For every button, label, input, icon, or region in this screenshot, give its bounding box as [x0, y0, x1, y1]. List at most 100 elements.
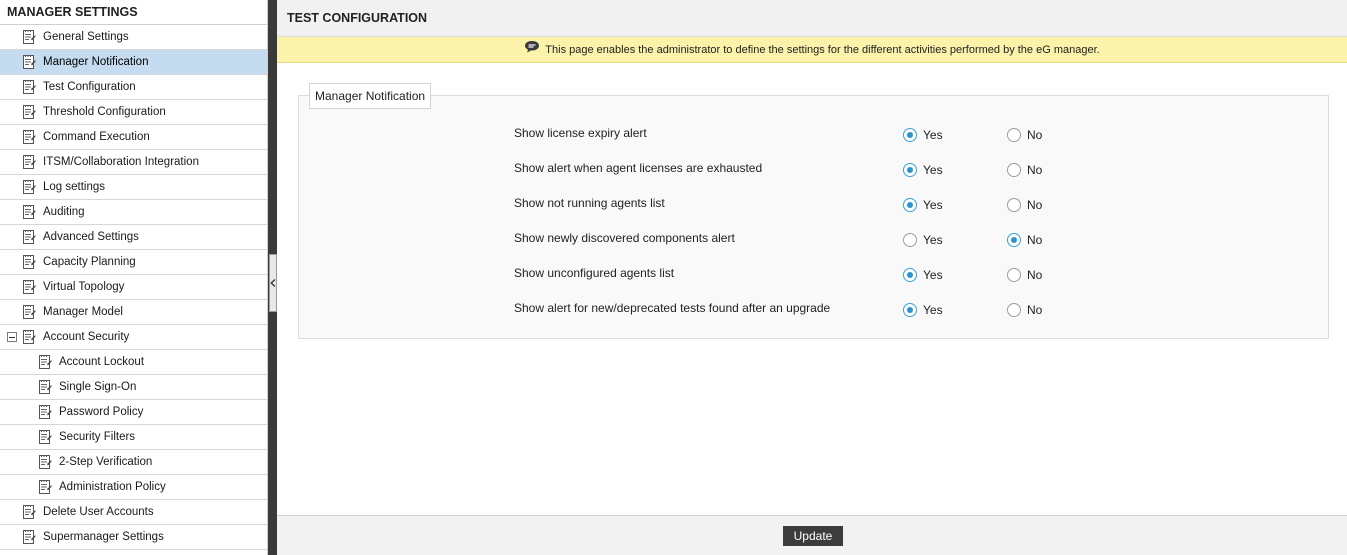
- radio-no[interactable]: [1007, 128, 1021, 142]
- sidebar-item-single-sign-on[interactable]: Single Sign-On: [0, 375, 267, 400]
- sidebar-item-label: Account Security: [43, 331, 130, 343]
- sidebar-item-manager-model[interactable]: Manager Model: [0, 300, 267, 325]
- radio-option-no[interactable]: No: [1007, 198, 1042, 212]
- sidebar-item-security-filters[interactable]: Security Filters: [0, 425, 267, 450]
- sidebar-item-label: Account Lockout: [59, 356, 145, 368]
- chevron-left-icon: [270, 279, 276, 287]
- setting-label: Show license expiry alert: [514, 126, 647, 140]
- radio-option-no[interactable]: No: [1007, 233, 1042, 247]
- radio-yes[interactable]: [903, 268, 917, 282]
- sidebar-item-2-step-verification[interactable]: 2-Step Verification: [0, 450, 267, 475]
- sidebar-item-advanced-settings[interactable]: Advanced Settings: [0, 225, 267, 250]
- sidebar-item-threshold-configuration[interactable]: Threshold Configuration: [0, 100, 267, 125]
- sidebar-item-manager-notification[interactable]: Manager Notification: [0, 50, 267, 75]
- sidebar-item-administration-policy[interactable]: Administration Policy: [0, 475, 267, 500]
- document-icon: [23, 254, 36, 269]
- sidebar-item-label: Threshold Configuration: [43, 106, 166, 118]
- document-icon: [23, 204, 36, 219]
- sidebar-item-password-policy[interactable]: Password Policy: [0, 400, 267, 425]
- radio-yes-label: Yes: [923, 268, 943, 282]
- speech-bubble-icon: [525, 40, 540, 53]
- radio-option-yes[interactable]: Yes: [903, 303, 943, 317]
- radio-yes[interactable]: [903, 163, 917, 177]
- radio-yes-label: Yes: [923, 303, 943, 317]
- document-icon: [23, 229, 36, 244]
- document-icon: [23, 29, 36, 44]
- sidebar-title: MANAGER SETTINGS: [0, 0, 267, 25]
- radio-no[interactable]: [1007, 303, 1021, 317]
- sidebar-item-itsm-collaboration-integration[interactable]: ITSM/Collaboration Integration: [0, 150, 267, 175]
- document-icon: [23, 79, 36, 94]
- radio-option-no[interactable]: No: [1007, 268, 1042, 282]
- document-icon: [23, 329, 36, 344]
- radio-option-no[interactable]: No: [1007, 128, 1042, 142]
- sidebar-item-account-security[interactable]: Account Security: [0, 325, 267, 350]
- document-icon: [39, 404, 52, 419]
- sidebar-item-auditing[interactable]: Auditing: [0, 200, 267, 225]
- sidebar-item-supermanager-settings[interactable]: Supermanager Settings: [0, 525, 267, 550]
- radio-no[interactable]: [1007, 268, 1021, 282]
- setting-row: Show license expiry alert Yes No: [514, 126, 1314, 146]
- sidebar-item-label: Supermanager Settings: [43, 531, 164, 543]
- document-icon: [23, 304, 36, 319]
- document-icon: [39, 379, 52, 394]
- main-panel: TEST CONFIGURATION This page enables the…: [277, 0, 1347, 555]
- setting-label: Show alert when agent licenses are exhau…: [514, 161, 763, 175]
- radio-option-no[interactable]: No: [1007, 163, 1042, 177]
- setting-row: Show unconfigured agents list Yes No: [514, 266, 1314, 286]
- radio-no[interactable]: [1007, 233, 1021, 247]
- sidebar-item-label: Advanced Settings: [43, 231, 139, 243]
- update-button[interactable]: Update: [783, 526, 843, 546]
- radio-option-yes[interactable]: Yes: [903, 128, 943, 142]
- page-title: TEST CONFIGURATION: [277, 0, 1347, 37]
- radio-no[interactable]: [1007, 198, 1021, 212]
- sidebar-item-log-settings[interactable]: Log settings: [0, 175, 267, 200]
- setting-row: Show not running agents list Yes No: [514, 196, 1314, 216]
- sidebar-item-label: Security Filters: [59, 431, 136, 443]
- collapse-sidebar-button[interactable]: [269, 254, 277, 312]
- sidebar-item-account-lockout[interactable]: Account Lockout: [0, 350, 267, 375]
- radio-option-yes[interactable]: Yes: [903, 268, 943, 282]
- sidebar-item-general-settings[interactable]: General Settings: [0, 25, 267, 50]
- sidebar-nav: General Settings Manager Notification Test…: [0, 25, 267, 550]
- radio-yes[interactable]: [903, 233, 917, 247]
- sidebar-item-test-configuration[interactable]: Test Configuration: [0, 75, 267, 100]
- radio-option-no[interactable]: No: [1007, 303, 1042, 317]
- radio-yes[interactable]: [903, 128, 917, 142]
- radio-option-yes[interactable]: Yes: [903, 163, 943, 177]
- sidebar-item-label: Administration Policy: [59, 481, 166, 493]
- sidebar-item-label: Delete User Accounts: [43, 506, 154, 518]
- radio-no-label: No: [1027, 233, 1043, 247]
- document-icon: [39, 454, 52, 469]
- sidebar-item-label: Auditing: [43, 206, 85, 218]
- sidebar-item-capacity-planning[interactable]: Capacity Planning: [0, 250, 267, 275]
- radio-yes[interactable]: [903, 198, 917, 212]
- sidebar-item-label: Capacity Planning: [43, 256, 136, 268]
- sidebar-item-label: ITSM/Collaboration Integration: [43, 156, 199, 168]
- document-icon: [39, 354, 52, 369]
- sidebar-item-virtual-topology[interactable]: Virtual Topology: [0, 275, 267, 300]
- section-legend: Manager Notification: [309, 83, 432, 109]
- document-icon: [39, 429, 52, 444]
- radio-option-yes[interactable]: Yes: [903, 233, 943, 247]
- sidebar-item-label: General Settings: [43, 31, 129, 43]
- document-icon: [23, 179, 36, 194]
- collapse-minus-icon[interactable]: [7, 332, 17, 342]
- document-icon: [39, 479, 52, 494]
- setting-label: Show alert for new/deprecated tests foun…: [514, 301, 831, 315]
- radio-no-label: No: [1027, 163, 1043, 177]
- document-icon: [23, 279, 36, 294]
- radio-yes-label: Yes: [923, 128, 943, 142]
- document-icon: [23, 54, 36, 69]
- radio-no[interactable]: [1007, 163, 1021, 177]
- radio-no-label: No: [1027, 268, 1043, 282]
- sidebar-item-command-execution[interactable]: Command Execution: [0, 125, 267, 150]
- sidebar-item-delete-user-accounts[interactable]: Delete User Accounts: [0, 500, 267, 525]
- setting-row: Show newly discovered components alert Ye…: [514, 231, 1314, 251]
- document-icon: [23, 104, 36, 119]
- document-icon: [23, 504, 36, 519]
- setting-row: Show alert for new/deprecated tests foun…: [514, 301, 1314, 321]
- radio-option-yes[interactable]: Yes: [903, 198, 943, 212]
- document-icon: [23, 129, 36, 144]
- radio-yes[interactable]: [903, 303, 917, 317]
